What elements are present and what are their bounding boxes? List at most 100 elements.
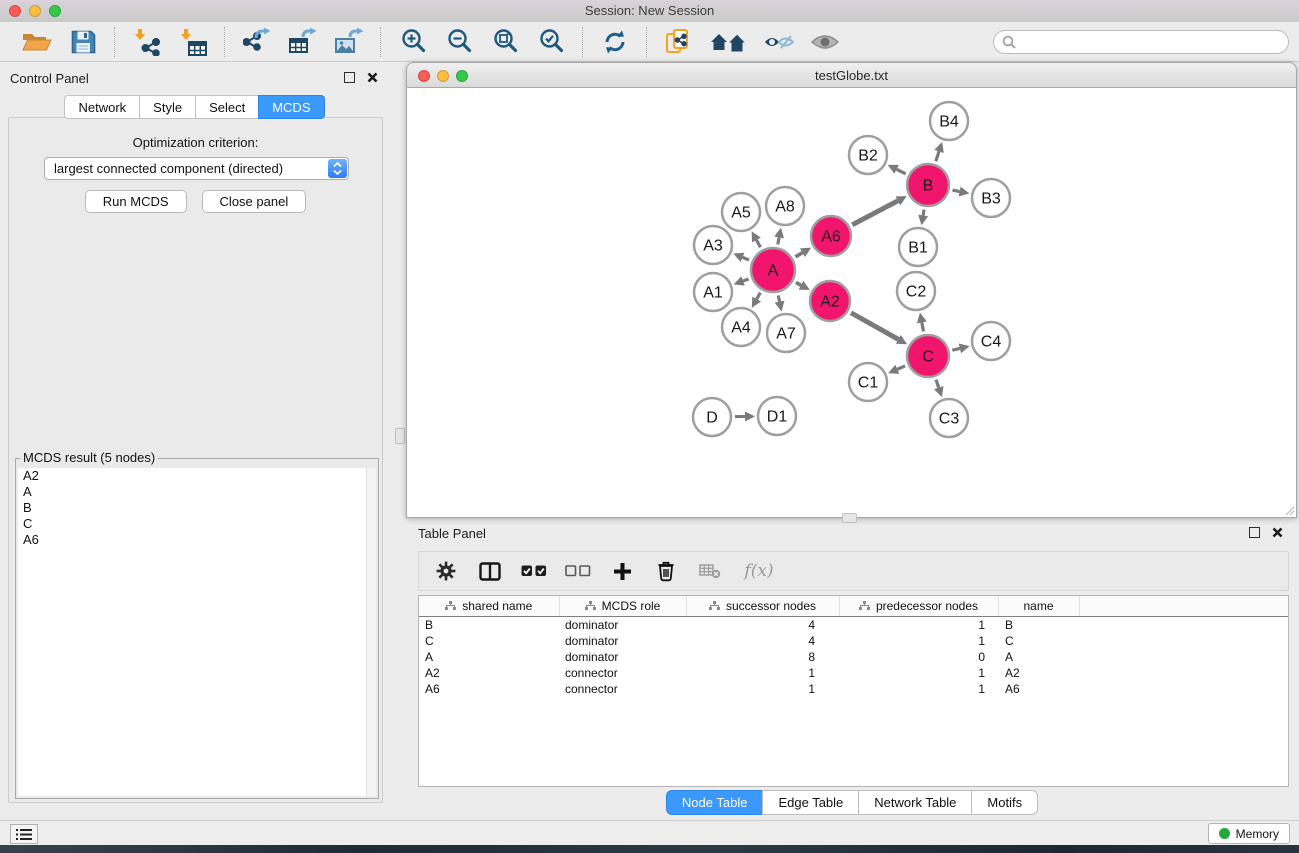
graph-node-A1[interactable]: A1	[694, 273, 732, 311]
graph-edge-B-B4[interactable]	[936, 151, 939, 161]
graph-node-B2[interactable]: B2	[849, 136, 887, 174]
graph-node-B1[interactable]: B1	[899, 228, 937, 266]
tab-node-table[interactable]: Node Table	[666, 790, 764, 815]
column-visibility-button[interactable]	[473, 556, 507, 586]
table-row[interactable]: A6connector11A6	[419, 681, 1288, 697]
tab-edge-table[interactable]: Edge Table	[762, 790, 859, 815]
table-row[interactable]: Bdominator41B	[419, 617, 1288, 634]
graph-edge-C-C1[interactable]	[897, 366, 905, 369]
clear-table-button[interactable]	[693, 556, 727, 586]
close-panel-icon[interactable]	[367, 72, 378, 83]
export-table-button[interactable]	[287, 27, 319, 57]
graph-node-A6[interactable]: A6	[811, 216, 851, 256]
zoom-fit-button[interactable]	[489, 27, 521, 57]
graph-node-A8[interactable]: A8	[766, 187, 804, 225]
export-image-button[interactable]	[333, 27, 365, 57]
function-builder-button[interactable]: f(x)	[737, 556, 781, 586]
search-box[interactable]	[993, 30, 1289, 54]
graph-edge-A-A3[interactable]	[743, 257, 749, 260]
graph-node-A2[interactable]: A2	[810, 281, 850, 321]
tab-motifs[interactable]: Motifs	[971, 790, 1038, 815]
close-table-panel-icon[interactable]	[1272, 527, 1283, 538]
show-panels-button[interactable]	[10, 824, 38, 844]
import-network-button[interactable]	[131, 27, 163, 57]
criterion-dropdown[interactable]: largest connected component (directed)	[44, 157, 349, 180]
network-graph[interactable]: B4B2BB3A8A5A6A3B1AC2A1A2A4A7C4CC1C3DD1	[407, 88, 1296, 517]
graph-edge-C-C3[interactable]	[936, 380, 939, 388]
list-item[interactable]: A6	[18, 532, 376, 548]
list-item[interactable]: B	[18, 500, 376, 516]
column-header-shared-name[interactable]: shared name	[419, 596, 559, 617]
memory-button[interactable]: Memory	[1208, 823, 1290, 844]
graph-edge-A-A8[interactable]	[778, 237, 779, 244]
graph-edge-A-A6[interactable]	[795, 253, 802, 257]
zoom-selected-button[interactable]	[535, 27, 567, 57]
graph-edge-A-A2[interactable]	[796, 282, 801, 285]
import-table-button[interactable]	[177, 27, 209, 57]
show-graphics-details-button[interactable]	[809, 27, 841, 57]
graph-edge-C-C2[interactable]	[922, 322, 924, 331]
list-item[interactable]: C	[18, 516, 376, 532]
list-item[interactable]: A2	[18, 468, 376, 484]
graph-node-A4[interactable]: A4	[722, 308, 760, 346]
graph-node-C4[interactable]: C4	[972, 322, 1010, 360]
network-canvas[interactable]: B4B2BB3A8A5A6A3B1AC2A1A2A4A7C4CC1C3DD1	[406, 88, 1297, 518]
graph-node-B[interactable]: B	[907, 164, 949, 206]
graph-node-A3[interactable]: A3	[694, 226, 732, 264]
tab-select[interactable]: Select	[195, 95, 259, 119]
graph-node-C2[interactable]: C2	[897, 272, 935, 310]
tab-network[interactable]: Network	[64, 95, 140, 119]
create-column-button[interactable]	[605, 556, 639, 586]
tab-mcds[interactable]: MCDS	[258, 95, 324, 119]
graph-edge-A-A5[interactable]	[756, 240, 760, 247]
graph-edge-A-A4[interactable]	[757, 293, 761, 299]
graph-edge-B-B2[interactable]	[897, 169, 906, 174]
graph-node-C1[interactable]: C1	[849, 363, 887, 401]
table-settings-button[interactable]	[429, 556, 463, 586]
hide-graphics-details-button[interactable]	[763, 27, 795, 57]
graph-node-A5[interactable]: A5	[722, 193, 760, 231]
column-header-predecessor-nodes[interactable]: predecessor nodes	[839, 596, 998, 617]
home-view-button[interactable]	[709, 27, 749, 57]
search-input[interactable]	[1021, 32, 1288, 52]
close-panel-button[interactable]: Close panel	[202, 190, 307, 213]
graph-edge-A2-C[interactable]	[851, 313, 898, 340]
graph-node-B3[interactable]: B3	[972, 179, 1010, 217]
float-table-panel-icon[interactable]	[1249, 527, 1260, 538]
deselect-all-rows-button[interactable]	[561, 556, 595, 586]
list-item[interactable]: A	[18, 484, 376, 500]
export-network-button[interactable]	[241, 27, 273, 57]
result-scrollbar[interactable]	[366, 468, 376, 796]
graph-node-A7[interactable]: A7	[767, 314, 805, 352]
graph-node-B4[interactable]: B4	[930, 102, 968, 140]
table-row[interactable]: A2connector11A2	[419, 665, 1288, 681]
tab-style[interactable]: Style	[139, 95, 196, 119]
graph-edge-A6-B[interactable]	[852, 201, 898, 225]
delete-column-button[interactable]	[649, 556, 683, 586]
graph-node-D[interactable]: D	[693, 398, 731, 436]
open-file-button[interactable]	[21, 27, 53, 57]
graph-edge-A-A7[interactable]	[778, 295, 779, 301]
select-all-rows-button[interactable]	[517, 556, 551, 586]
run-mcds-button[interactable]: Run MCDS	[85, 190, 187, 213]
zoom-out-button[interactable]	[443, 27, 475, 57]
vertical-splitter-handle[interactable]	[395, 428, 405, 444]
column-header-successor-nodes[interactable]: successor nodes	[686, 596, 839, 617]
resize-handle-icon[interactable]	[1283, 504, 1295, 516]
graph-edge-B-B3[interactable]	[952, 190, 959, 191]
float-panel-icon[interactable]	[344, 72, 355, 83]
graph-node-A[interactable]: A	[751, 248, 795, 292]
table-row[interactable]: Cdominator41C	[419, 633, 1288, 649]
tab-network-table[interactable]: Network Table	[858, 790, 972, 815]
graph-node-C[interactable]: C	[907, 335, 949, 377]
graph-edge-B-B1[interactable]	[923, 210, 924, 216]
column-header-mcds-role[interactable]: MCDS role	[559, 596, 686, 617]
save-session-button[interactable]	[67, 27, 99, 57]
column-header-name[interactable]: name	[998, 596, 1079, 617]
table-row[interactable]: Adominator80A	[419, 649, 1288, 665]
graph-edge-C-C4[interactable]	[952, 348, 960, 350]
clone-network-button[interactable]	[663, 27, 695, 57]
graph-edge-A-A1[interactable]	[743, 279, 749, 281]
graph-node-C3[interactable]: C3	[930, 399, 968, 437]
zoom-in-button[interactable]	[397, 27, 429, 57]
